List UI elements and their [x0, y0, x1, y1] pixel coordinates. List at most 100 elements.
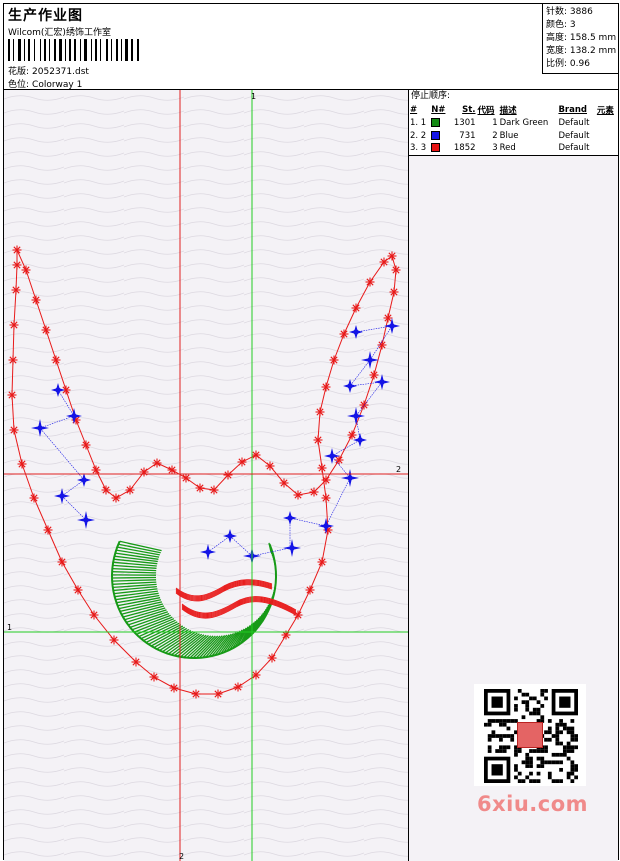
stat-label: 高度: [546, 33, 568, 43]
row-element [596, 116, 618, 129]
star-stitch [391, 265, 401, 275]
row-index: 3. 3 [409, 142, 431, 156]
row-description: Dark Green [499, 117, 549, 128]
star-stitch [111, 493, 121, 503]
star-stitch [279, 478, 289, 488]
star-stitch [251, 450, 261, 460]
row-brand: Default [558, 130, 590, 141]
color-swatch [431, 130, 441, 140]
star-stitch [251, 670, 261, 680]
design-canvas[interactable]: 1 2 1 2 [4, 90, 409, 861]
color-table: # N# St. 代码 描述 Brand 元素 1. 1 1301 1 Dark… [409, 103, 618, 156]
star-stitch [209, 485, 219, 495]
row-element [595, 142, 618, 156]
star-stitch [315, 407, 325, 417]
star-stitch [139, 467, 149, 477]
stat-value: 138.2 mm [569, 46, 617, 56]
star-stitch [152, 458, 162, 468]
row-stitches: 731 [459, 130, 476, 141]
col-header: 代码 [477, 105, 495, 116]
watermark-logo: 6xiu.com [477, 792, 589, 816]
production-sheet: 生产作业图 Wilcom(汇宏)绣饰工作室 花版: 2052371.dst 色位:… [3, 3, 619, 861]
star-stitch [347, 430, 357, 440]
row-stitches: 1301 [453, 117, 476, 128]
star-stitch [109, 635, 119, 645]
star-stitch [11, 285, 21, 295]
star-stitch [9, 425, 19, 435]
star-stitch [313, 435, 323, 445]
star-stitch [213, 689, 223, 699]
colorway-line: 色位: Colorway 1 [8, 77, 82, 90]
star-stitch [41, 325, 51, 335]
col-header: 元素 [596, 105, 614, 116]
star-stitch [169, 683, 179, 693]
row-code: 2 [492, 130, 498, 141]
star-stitch [91, 465, 101, 475]
star-stitch [339, 329, 349, 339]
color-table-header: # N# St. 代码 描述 Brand 元素 [409, 103, 618, 116]
col-header: St. [462, 104, 476, 115]
stat-label: 针数: [546, 7, 568, 17]
star-stitch [321, 475, 331, 485]
table-row[interactable]: 3. 3 1852 3 Red Default [409, 142, 618, 156]
seal-stamp-icon [517, 722, 543, 748]
stat-value: 3 [569, 20, 576, 30]
color-swatch-cell [430, 142, 450, 156]
star-stitch [359, 400, 369, 410]
star-stitch [12, 245, 22, 255]
table-row[interactable]: 2. 2 731 2 Blue Default [409, 129, 618, 142]
color-swatch-cell [430, 116, 449, 129]
stat-value: 0.96 [569, 59, 590, 69]
row-code: 1 [492, 117, 498, 128]
star-stitch [233, 682, 243, 692]
row-stitches: 1852 [449, 142, 477, 156]
row-brand: Default [557, 142, 596, 156]
color-swatch-cell [430, 129, 449, 142]
star-stitch [387, 251, 397, 261]
stat-stitches: 针数: 3886 [546, 6, 618, 19]
stat-colors: 颜色: 3 [546, 19, 618, 32]
star-stitch [149, 672, 159, 682]
barcode-icon [8, 39, 139, 61]
col-header: 描述 [499, 105, 517, 116]
star-stitch [267, 653, 277, 663]
star-stitch [321, 493, 331, 503]
star-stitch [17, 459, 27, 469]
star-stitch [305, 585, 315, 595]
stat-scale: 比例: 0.96 [546, 58, 618, 71]
star-stitch [237, 457, 247, 467]
star-stitch [21, 265, 31, 275]
design-file-label: 花版: [8, 67, 30, 77]
star-stitch [265, 461, 275, 471]
star-stitch [293, 610, 303, 620]
col-header: N# [431, 104, 446, 115]
row-brand: Default [558, 117, 590, 128]
qr-code-block [474, 684, 586, 786]
star-stitch [379, 257, 389, 267]
star-stitch [389, 287, 399, 297]
star-stitch [131, 657, 141, 667]
star-stitch [9, 320, 19, 330]
star-stitch [29, 493, 39, 503]
stat-value: 158.5 mm [569, 33, 617, 43]
embroidery-design: 1 2 1 2 [4, 90, 408, 861]
stat-label: 比例: [546, 59, 568, 69]
star-stitch [7, 390, 17, 400]
star-stitch [12, 260, 22, 270]
colorway-label: 色位: [8, 80, 30, 90]
star-stitch [329, 355, 339, 365]
star-stitch [81, 440, 91, 450]
star-stitch [351, 303, 361, 313]
star-stitch [89, 610, 99, 620]
col-header: # [410, 104, 418, 115]
star-stitch [51, 355, 61, 365]
star-stitch [223, 470, 233, 480]
green-vertical-guide-label: 1 [251, 92, 256, 101]
star-stitch [191, 689, 201, 699]
fabric-texture [4, 90, 408, 861]
star-stitch [369, 370, 379, 380]
star-stitch [167, 465, 177, 475]
page-title: 生产作业图 [8, 8, 83, 24]
star-stitch [125, 485, 135, 495]
table-row[interactable]: 1. 1 1301 1 Dark Green Default [409, 116, 618, 129]
